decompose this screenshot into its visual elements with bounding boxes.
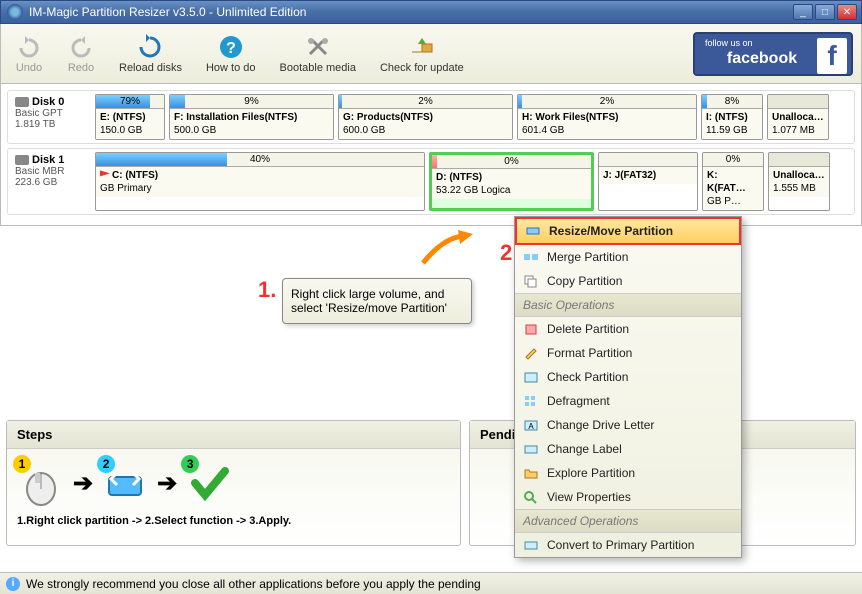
defrag-icon <box>523 394 539 408</box>
fb-label: facebook <box>727 50 797 68</box>
tools-icon <box>304 34 332 60</box>
menu-format[interactable]: Format Partition <box>515 341 741 365</box>
app-icon <box>7 4 23 20</box>
partition[interactable]: Unalloca…1.555 MB <box>768 152 830 211</box>
steps-text: 1.Right click partition -> 2.Select func… <box>17 515 450 527</box>
fb-pre: follow us on <box>705 38 753 48</box>
svg-text:?: ? <box>226 40 236 57</box>
label-icon <box>523 442 539 456</box>
titlebar: IM-Magic Partition Resizer v3.5.0 - Unli… <box>0 0 862 24</box>
minimize-button[interactable]: _ <box>793 4 813 20</box>
props-icon <box>523 490 539 504</box>
disk-label: Disk 1Basic MBR223.6 GB <box>11 152 91 211</box>
merge-icon <box>523 250 539 264</box>
menu-label[interactable]: Change Label <box>515 437 741 461</box>
menu-explore[interactable]: Explore Partition <box>515 461 741 485</box>
context-menu: Resize/Move Partition Merge Partition Co… <box>514 216 742 558</box>
disk-row: Disk 1Basic MBR223.6 GB40%C: (NTFS)GB Pr… <box>7 148 855 215</box>
maximize-button[interactable]: □ <box>815 4 835 20</box>
svg-text:A: A <box>528 422 534 431</box>
undo-icon <box>15 34 43 60</box>
steps-title: Steps <box>7 421 460 449</box>
menu-section-basic: Basic Operations <box>515 293 741 317</box>
menu-defrag[interactable]: Defragment <box>515 389 741 413</box>
update-icon <box>408 34 436 60</box>
redo-icon <box>67 34 95 60</box>
menu-check[interactable]: Check Partition <box>515 365 741 389</box>
howto-label: How to do <box>206 62 256 74</box>
format-icon <box>523 346 539 360</box>
menu-convert[interactable]: Convert to Primary Partition <box>515 533 741 557</box>
partition[interactable]: J: J(FAT32) <box>598 152 698 211</box>
convert-icon <box>523 538 539 552</box>
disk-area: Disk 0Basic GPT1.819 TB79%E: (NTFS)150.0… <box>0 84 862 226</box>
disk-row: Disk 0Basic GPT1.819 TB79%E: (NTFS)150.0… <box>7 90 855 144</box>
annotation-1: 1. <box>258 277 276 303</box>
toolbar: Undo Redo Reload disks ? How to do Boota… <box>0 24 862 84</box>
step1-icon: 1 <box>17 459 65 507</box>
undo-button[interactable]: Undo <box>9 32 49 76</box>
question-icon: ? <box>217 34 245 60</box>
menu-props[interactable]: View Properties <box>515 485 741 509</box>
menu-resize-move[interactable]: Resize/Move Partition <box>515 217 741 245</box>
annotation-arrow <box>418 228 478 268</box>
bootable-label: Bootable media <box>280 62 356 74</box>
partition[interactable]: 79%E: (NTFS)150.0 GB <box>95 94 165 140</box>
steps-panel: Steps 1 ➔ 2 ➔ 3 <box>6 420 461 546</box>
check-icon <box>523 370 539 384</box>
update-button[interactable]: Check for update <box>374 32 470 76</box>
flag-icon <box>100 170 110 180</box>
partition[interactable]: 2%H: Work Files(NTFS)601.4 GB <box>517 94 697 140</box>
resize-icon <box>525 224 541 238</box>
disk-icon <box>15 155 29 165</box>
window-title: IM-Magic Partition Resizer v3.5.0 - Unli… <box>29 5 793 19</box>
disk-label: Disk 0Basic GPT1.819 TB <box>11 94 91 140</box>
menu-letter[interactable]: A Change Drive Letter <box>515 413 741 437</box>
copy-icon <box>523 274 539 288</box>
step3-icon: 3 <box>185 459 233 507</box>
facebook-icon: f <box>817 38 847 74</box>
partition[interactable]: 0%D: (NTFS)53.22 GB Logica <box>429 152 594 211</box>
undo-label: Undo <box>16 62 42 74</box>
reload-icon <box>136 34 164 60</box>
partition[interactable]: 2%G: Products(NTFS)600.0 GB <box>338 94 513 140</box>
steps-visual: 1 ➔ 2 ➔ 3 <box>17 459 450 507</box>
partition[interactable]: 8%I: (NTFS)11.59 GB <box>701 94 763 140</box>
status-text: We strongly recommend you close all othe… <box>26 577 481 591</box>
howto-button[interactable]: ? How to do <box>200 32 262 76</box>
statusbar: i We strongly recommend you close all ot… <box>0 572 862 594</box>
step2-icon: 2 <box>101 459 149 507</box>
arrow-icon: ➔ <box>157 469 177 498</box>
explore-icon <box>523 466 539 480</box>
partition[interactable]: 9%F: Installation Files(NTFS)500.0 GB <box>169 94 334 140</box>
delete-icon <box>523 322 539 336</box>
redo-label: Redo <box>68 62 94 74</box>
partition[interactable]: 40%C: (NTFS)GB Primary <box>95 152 425 211</box>
reload-label: Reload disks <box>119 62 182 74</box>
bootable-button[interactable]: Bootable media <box>274 32 362 76</box>
partition[interactable]: 0%K: K(FAT…GB P… <box>702 152 764 211</box>
window-buttons: _ □ ✕ <box>793 4 857 20</box>
reload-button[interactable]: Reload disks <box>113 32 188 76</box>
arrow-icon: ➔ <box>73 469 93 498</box>
partition[interactable]: Unalloca…1.077 MB <box>767 94 829 140</box>
redo-button[interactable]: Redo <box>61 32 101 76</box>
letter-icon: A <box>523 418 539 432</box>
menu-section-advanced: Advanced Operations <box>515 509 741 533</box>
close-button[interactable]: ✕ <box>837 4 857 20</box>
disk-icon <box>15 97 29 107</box>
info-icon: i <box>6 577 20 591</box>
annotation-2: 2 <box>500 240 512 266</box>
menu-merge[interactable]: Merge Partition <box>515 245 741 269</box>
menu-copy[interactable]: Copy Partition <box>515 269 741 293</box>
menu-delete[interactable]: Delete Partition <box>515 317 741 341</box>
facebook-banner[interactable]: follow us on facebook f <box>693 32 853 76</box>
update-label: Check for update <box>380 62 464 74</box>
instruction-tooltip: Right click large volume, and select 'Re… <box>282 278 472 324</box>
